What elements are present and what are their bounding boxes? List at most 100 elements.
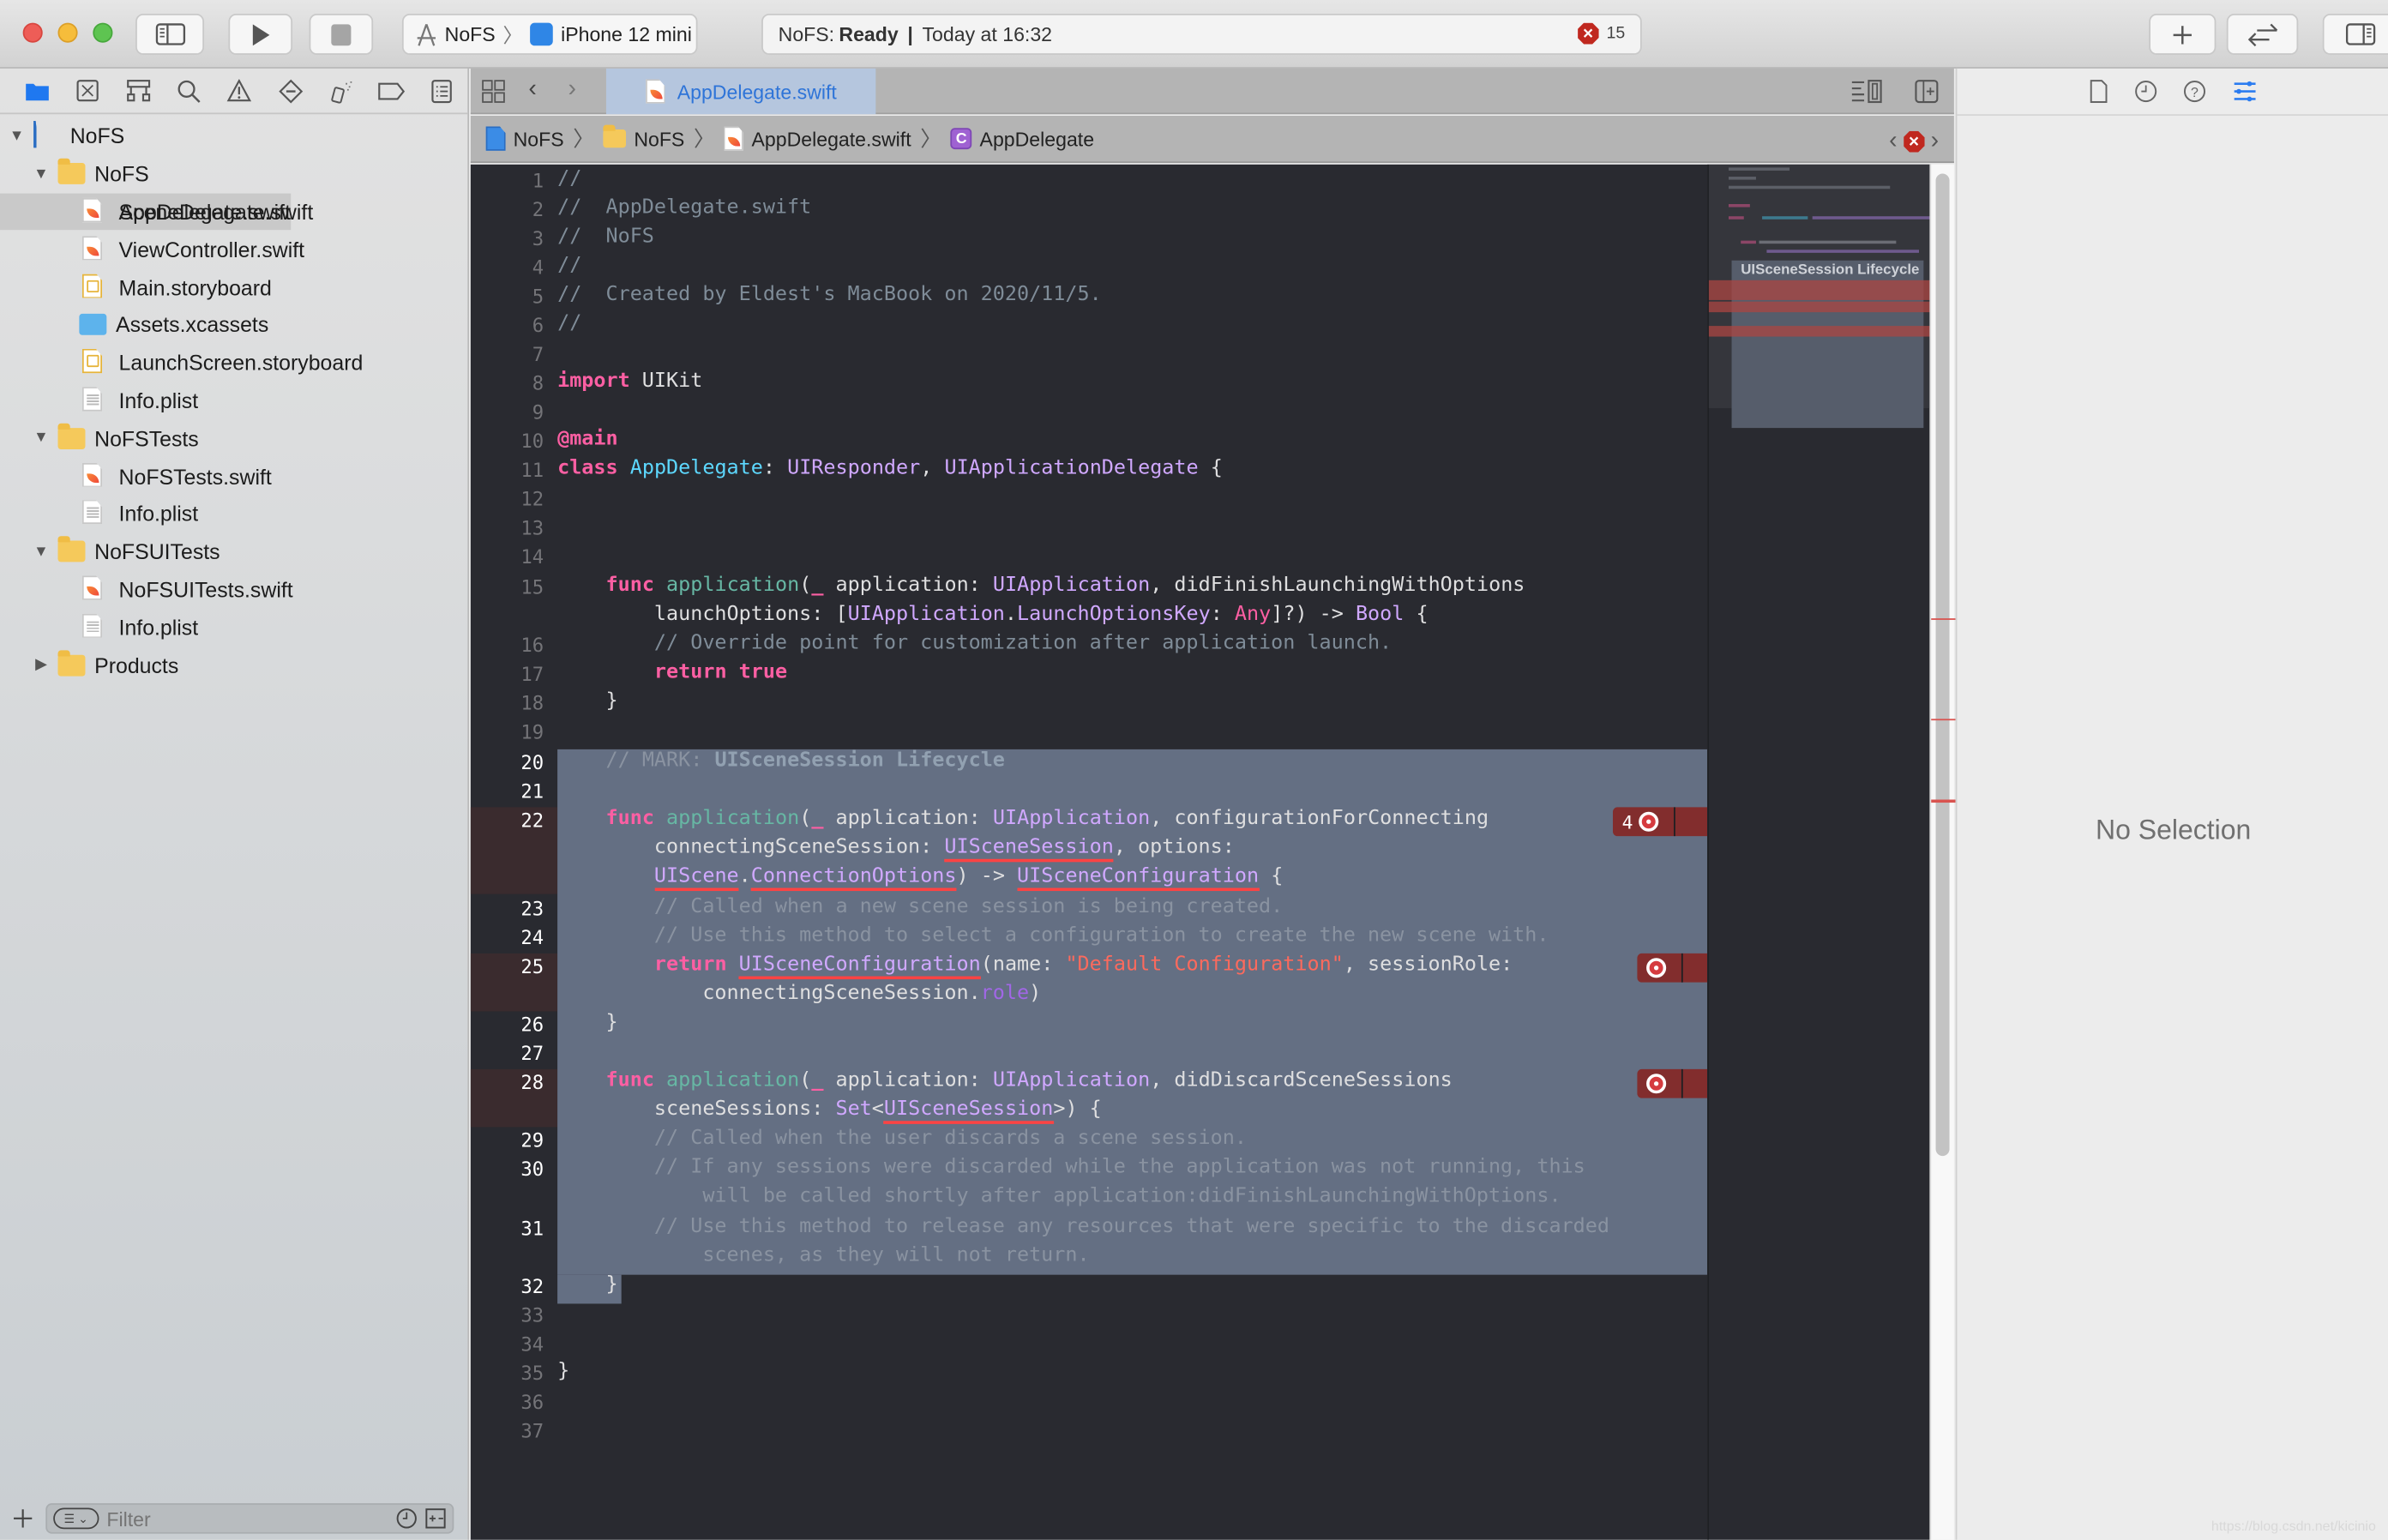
code-line: // Use this method to select a configura…	[557, 924, 1549, 947]
code-line: import UIKit	[557, 370, 703, 394]
tab-report-navigator[interactable]	[417, 68, 467, 113]
error-count: 15	[1606, 24, 1626, 43]
tree-item-file[interactable]: Info.plist	[0, 608, 467, 646]
next-issue-icon[interactable]: ›	[1931, 128, 1939, 155]
file-inspector-icon[interactable]	[2087, 79, 2108, 103]
code-line: func application(_ application: UIApplic…	[605, 1068, 1453, 1092]
editor-scrollbar[interactable]	[1929, 164, 1956, 1540]
tab-appdelegate-swift[interactable]: AppDelegate.swift	[605, 68, 876, 115]
tree-item-project[interactable]: ▼ NoFS	[0, 117, 467, 155]
issue-error-icon[interactable]: ✕	[1903, 130, 1925, 153]
minimap[interactable]: UISceneSession Lifecycle	[1707, 164, 1934, 1540]
xcode-project-icon	[33, 121, 37, 148]
scrollbar-error-marker	[1931, 719, 1956, 721]
error-annotation[interactable]	[1637, 1068, 1708, 1098]
tree-item-file[interactable]: NoFSUITests.swift	[0, 570, 467, 608]
minimize-window-button[interactable]	[57, 22, 78, 43]
add-file-icon[interactable]	[12, 1507, 33, 1529]
tab-breakpoint-navigator[interactable]	[366, 68, 417, 113]
tree-item-folder[interactable]: ▼ NoFSTests	[0, 419, 467, 457]
source-control-filter-icon[interactable]	[425, 1507, 447, 1529]
tree-item-folder[interactable]: ▼ NoFSUITests	[0, 532, 467, 570]
library-add-button[interactable]	[2149, 13, 2217, 55]
scheme-selector[interactable]: NoFS 〉 iPhone 12 mini	[401, 13, 698, 55]
jumpbar-file[interactable]: AppDelegate.swift	[751, 127, 911, 150]
code-line: will be called shortly after application…	[557, 1184, 1561, 1208]
status-state: Ready	[839, 22, 899, 46]
tree-item-file[interactable]: Main.storyboard	[0, 268, 467, 306]
tree-item-label: SceneDelegate.swift	[118, 199, 314, 225]
disclosure-collapsed-icon[interactable]: ▶	[33, 657, 49, 674]
scheme-project[interactable]: NoFS	[445, 23, 496, 46]
recent-files-clock-icon[interactable]	[396, 1507, 418, 1529]
code-line: connectingSceneSession.role)	[557, 982, 1042, 1006]
previous-issue-icon[interactable]: ‹	[1889, 128, 1897, 155]
run-button[interactable]	[228, 13, 293, 55]
status-time: Today at 16:32	[922, 22, 1053, 46]
tree-item-file[interactable]: Assets.xcassets	[0, 306, 467, 344]
filter-field[interactable]: ☰ ⌄	[45, 1503, 454, 1534]
zoom-window-button[interactable]	[93, 22, 113, 43]
code-line: }	[557, 1360, 570, 1383]
tree-item-label: Main.storyboard	[118, 274, 272, 300]
tree-item-file[interactable]: Info.plist	[0, 495, 467, 532]
chevron-right-icon: 〉	[694, 126, 715, 151]
search-icon	[178, 79, 202, 102]
tab-issue-navigator[interactable]	[214, 68, 265, 113]
disclosure-expanded-icon[interactable]: ▼	[33, 165, 49, 183]
add-editor-icon[interactable]	[1915, 79, 1939, 111]
editor-options-icon[interactable]	[1850, 79, 1884, 111]
tree-item-folder[interactable]: ▼ NoFS	[0, 155, 467, 193]
filter-input[interactable]	[106, 1507, 388, 1531]
error-count-badge[interactable]: ✕ 15	[1577, 22, 1626, 45]
disclosure-expanded-icon[interactable]: ▼	[33, 430, 49, 447]
code-review-button[interactable]	[2226, 13, 2299, 55]
code-line: // Created by Eldest's MacBook on 2020/1…	[557, 283, 1102, 307]
simulator-device-icon	[530, 22, 554, 46]
tree-item-file[interactable]: SceneDelegate.swift	[0, 193, 467, 231]
error-annotation[interactable]	[1637, 953, 1708, 983]
jumpbar-symbol[interactable]: AppDelegate	[980, 127, 1095, 150]
source-editor[interactable]: 1 2 3 4 5 6 7 8 9 10 11 12 13 14 15 16 17 18 19 20 21 22 23 24…	[470, 164, 1708, 1540]
tree-item-folder[interactable]: ▶ Products	[0, 646, 467, 683]
tree-item-file[interactable]: ViewController.swift	[0, 231, 467, 268]
tree-item-label: NoFS	[69, 123, 125, 148]
tab-project-navigator[interactable]	[12, 68, 63, 113]
inspector-panel: ? No Selection https://blog.csdn.net/kic…	[1955, 68, 2388, 1540]
inspector-tabs: ?	[1957, 69, 2388, 116]
tree-item-file[interactable]: Info.plist	[0, 382, 467, 419]
history-clock-icon[interactable]	[2133, 79, 2157, 103]
disclosure-expanded-icon[interactable]: ▼	[9, 128, 25, 145]
back-chevron-icon[interactable]: ‹	[528, 76, 536, 104]
tab-source-control[interactable]	[63, 68, 113, 113]
jumpbar-project[interactable]: NoFS	[514, 127, 564, 150]
tab-find-navigator[interactable]	[164, 68, 214, 113]
related-items-icon[interactable]	[481, 79, 505, 111]
code-line: return true	[653, 660, 788, 684]
tree-item-label: ViewController.swift	[118, 237, 305, 262]
code-line: sceneSessions: Set<UISceneSession>) {	[557, 1098, 1102, 1124]
attributes-inspector-icon[interactable]	[2230, 79, 2258, 103]
stop-button[interactable]	[309, 13, 374, 55]
scheme-device[interactable]: iPhone 12 mini	[561, 23, 692, 46]
close-window-button[interactable]	[22, 22, 43, 43]
tree-item-label: LaunchScreen.storyboard	[118, 350, 364, 376]
error-annotation[interactable]: 4	[1612, 807, 1708, 837]
tree-item-file[interactable]: LaunchScreen.storyboard	[0, 344, 467, 382]
tab-test-navigator[interactable]	[265, 68, 316, 113]
tree-item-label: Info.plist	[118, 615, 199, 640]
code-line: // Called when a new scene session is be…	[557, 895, 1284, 919]
toggle-navigator-button[interactable]	[135, 13, 205, 55]
filter-options-icon[interactable]: ☰ ⌄	[53, 1507, 99, 1530]
tab-symbol-navigator[interactable]	[113, 68, 164, 113]
disclosure-expanded-icon[interactable]: ▼	[33, 543, 49, 560]
stop-icon	[331, 23, 352, 45]
toggle-inspector-button[interactable]	[2322, 13, 2388, 55]
code-line: //	[557, 312, 582, 335]
scrollbar-thumb[interactable]	[1935, 173, 1950, 1157]
tree-item-file[interactable]: NoFSTests.swift	[0, 457, 467, 495]
forward-chevron-icon[interactable]: ›	[568, 76, 576, 104]
jumpbar-group[interactable]: NoFS	[634, 127, 684, 150]
tab-debug-navigator[interactable]	[316, 68, 366, 113]
quick-help-icon[interactable]: ?	[2181, 79, 2205, 103]
